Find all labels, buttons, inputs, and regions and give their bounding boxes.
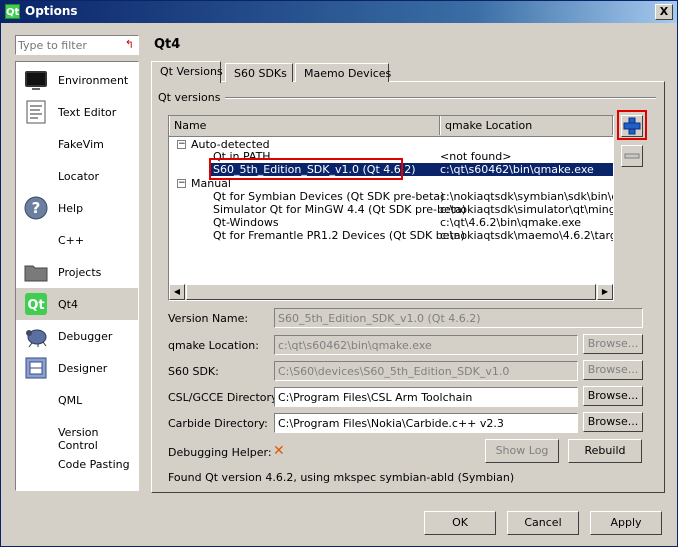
csl-gcce-directory-label: CSL/GCCE Directory: bbox=[168, 391, 281, 404]
qt-versions-tree[interactable]: Name qmake Location − Auto-detected Qt i… bbox=[168, 115, 614, 301]
sidebar-item-designer[interactable]: Designer bbox=[16, 352, 138, 384]
page-title: Qt4 bbox=[154, 37, 181, 52]
row-name: Qt-Windows bbox=[213, 216, 279, 229]
sidebar-item-label: Locator bbox=[58, 170, 100, 183]
row-location: c:\nokiaqtsdk\simulator\qt\mingw\bin bbox=[440, 203, 614, 216]
svg-text:?: ? bbox=[32, 199, 41, 217]
table-row[interactable]: Simulator Qt for MinGW 4.4 (Qt SDK pre-b… bbox=[169, 203, 613, 216]
table-row[interactable]: Qt for Symbian Devices (Qt SDK pre-beta)… bbox=[169, 190, 613, 203]
sidebar-item-label: FakeVim bbox=[58, 138, 104, 151]
qt-versions-group-label: Qt versions bbox=[158, 91, 225, 104]
sidebar-item-label: Text Editor bbox=[58, 106, 117, 119]
carbide-directory-label: Carbide Directory: bbox=[168, 417, 268, 430]
scroll-left-icon[interactable]: ◀ bbox=[169, 284, 185, 300]
sidebar-item-text-editor[interactable]: Text Editor bbox=[16, 96, 138, 128]
sidebar-item-label: Help bbox=[58, 202, 84, 215]
csl-gcce-directory-field[interactable]: C:\Program Files\CSL Arm Toolchain bbox=[274, 387, 578, 407]
sidebar-item-fakevim[interactable]: FakeVim bbox=[16, 128, 138, 160]
sidebar-item-label: Code Pasting bbox=[58, 458, 130, 471]
qt-logo-icon: Qt bbox=[25, 293, 47, 315]
sidebar-item-label: QML bbox=[58, 394, 83, 407]
title-bar[interactable]: Qt Options X bbox=[1, 1, 677, 23]
options-category-list: Environment Text Editor FakeVim Locator … bbox=[15, 61, 139, 491]
sidebar-item-label: Qt4 bbox=[58, 298, 78, 311]
version-name-label: Version Name: bbox=[168, 312, 249, 325]
s60-sdk-field: C:\S60\devices\S60_5th_Edition_SDK_v1.0 bbox=[274, 361, 578, 381]
svg-text:Qt: Qt bbox=[27, 298, 44, 313]
scroll-right-icon[interactable]: ▶ bbox=[597, 284, 613, 300]
tab-s60-sdks[interactable]: S60 SDKs bbox=[225, 63, 293, 82]
sidebar-item-qt4[interactable]: Qt Qt4 bbox=[16, 288, 138, 320]
row-name: Qt for Symbian Devices (Qt SDK pre-beta) bbox=[213, 190, 445, 203]
rebuild-button[interactable]: Rebuild bbox=[568, 439, 642, 463]
version-name-field: S60_5th_Edition_SDK_v1.0 (Qt 4.6.2) bbox=[274, 308, 643, 328]
carbide-browse-button[interactable]: Browse... bbox=[583, 412, 643, 432]
status-text: Found Qt version 4.6.2, using mkspec sym… bbox=[168, 471, 515, 484]
sidebar-item-label: Environment bbox=[58, 74, 129, 87]
sidebar-item-help[interactable]: ? Help bbox=[16, 192, 138, 224]
row-location: c:\qt\4.6.2\bin\qmake.exe bbox=[440, 216, 582, 229]
monitor-icon bbox=[25, 71, 47, 90]
minus-icon bbox=[624, 153, 640, 159]
sidebar-item-cpp[interactable]: C++ bbox=[16, 224, 138, 256]
sidebar-item-label: Designer bbox=[58, 362, 108, 375]
column-header-qmake-location[interactable]: qmake Location bbox=[440, 116, 613, 135]
row-location: c:\nokiaqtsdk\symbian\sdk\bin\qmak bbox=[440, 190, 613, 203]
row-location: c:\nokiaqtsdk\maemo\4.6.2\targets\ bbox=[440, 229, 613, 242]
designer-icon bbox=[25, 357, 47, 379]
close-button[interactable]: X bbox=[655, 4, 673, 20]
clear-filter-icon[interactable]: ↰ bbox=[125, 38, 134, 51]
sidebar-item-debugger[interactable]: Debugger bbox=[16, 320, 138, 352]
options-window: Qt Options X ↰ Environment Text Editor F… bbox=[0, 0, 678, 547]
remove-version-button[interactable] bbox=[621, 145, 643, 167]
row-location: c:\qt\s60462\bin\qmake.exe bbox=[440, 163, 594, 176]
tree-header: Name qmake Location bbox=[169, 116, 613, 137]
sidebar-item-label: Debugger bbox=[58, 330, 113, 343]
horizontal-scrollbar[interactable]: ◀ ▶ bbox=[169, 284, 613, 300]
show-log-button: Show Log bbox=[485, 439, 559, 463]
qmake-location-label: qmake Location: bbox=[168, 339, 259, 352]
sidebar-item-qml[interactable]: QML bbox=[16, 384, 138, 416]
table-row[interactable]: Qt-Windows c:\qt\4.6.2\bin\qmake.exe bbox=[169, 216, 613, 229]
s60-sdk-browse-button: Browse... bbox=[583, 360, 643, 380]
sidebar-item-label: C++ bbox=[58, 234, 85, 247]
tab-maemo-devices[interactable]: Maemo Devices bbox=[295, 63, 391, 82]
help-icon: ? bbox=[24, 196, 48, 220]
sidebar-item-code-pasting[interactable]: Code Pasting bbox=[16, 448, 138, 480]
row-location: <not found> bbox=[440, 150, 512, 163]
qmake-browse-button: Browse... bbox=[583, 334, 643, 354]
sidebar-item-version-control[interactable]: Version Control bbox=[16, 416, 138, 452]
apply-button[interactable]: Apply bbox=[590, 511, 662, 535]
scrollbar-thumb[interactable] bbox=[186, 284, 596, 300]
window-title: Options bbox=[25, 4, 78, 18]
document-icon bbox=[26, 100, 46, 124]
sidebar-item-label: Projects bbox=[58, 266, 102, 279]
column-header-name[interactable]: Name bbox=[169, 116, 440, 135]
table-row[interactable]: Qt for Fremantle PR1.2 Devices (Qt SDK b… bbox=[169, 229, 613, 242]
s60-sdk-label: S60 SDK: bbox=[168, 365, 219, 378]
bug-icon bbox=[26, 329, 47, 348]
sidebar-item-locator[interactable]: Locator bbox=[16, 160, 138, 192]
qt-app-icon: Qt bbox=[5, 4, 20, 19]
debugging-helper-label: Debugging Helper: bbox=[168, 446, 272, 459]
sidebar-item-projects[interactable]: Projects bbox=[16, 256, 138, 288]
filter-box[interactable]: ↰ bbox=[15, 35, 139, 55]
annotation-highlight-box bbox=[209, 158, 403, 180]
carbide-directory-field[interactable]: C:\Program Files\Nokia\Carbide.c++ v2.3 bbox=[274, 413, 578, 433]
error-x-icon: ✕ bbox=[273, 443, 285, 459]
row-name: Simulator Qt for MinGW 4.4 (Qt SDK pre-b… bbox=[213, 203, 467, 216]
annotation-highlight-box bbox=[617, 110, 647, 140]
row-name: Qt for Fremantle PR1.2 Devices (Qt SDK b… bbox=[213, 229, 465, 242]
filter-input[interactable] bbox=[18, 37, 118, 53]
tab-qt-versions[interactable]: Qt Versions bbox=[151, 61, 223, 83]
cancel-button[interactable]: Cancel bbox=[507, 511, 579, 535]
ok-button[interactable]: OK bbox=[424, 511, 496, 535]
group-divider bbox=[216, 97, 656, 99]
csl-gcce-browse-button[interactable]: Browse... bbox=[583, 386, 643, 406]
folder-icon bbox=[24, 265, 48, 282]
sidebar-item-environment[interactable]: Environment bbox=[16, 64, 138, 96]
qmake-location-field: c:\qt\s60462\bin\qmake.exe bbox=[274, 335, 578, 355]
